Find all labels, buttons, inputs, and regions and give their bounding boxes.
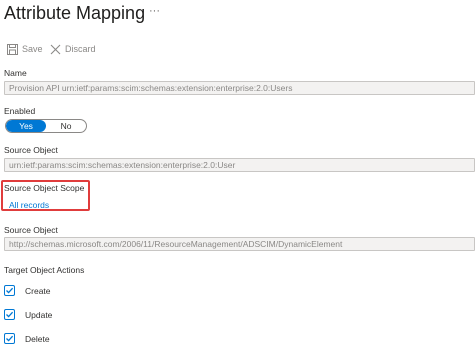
page-title: Attribute Mapping: [4, 3, 146, 23]
save-icon: [7, 43, 18, 55]
source-object-scope-label: Source Object Scope: [4, 183, 85, 193]
enabled-label: Enabled: [4, 106, 36, 116]
more-options-icon[interactable]: ···: [149, 3, 160, 19]
enabled-yes-option[interactable]: Yes: [6, 120, 46, 132]
delete-checkbox-row[interactable]: Delete: [4, 332, 50, 345]
source-object-label: Source Object: [4, 145, 58, 155]
close-icon: [50, 44, 61, 54]
name-label: Name: [4, 68, 27, 78]
discard-label: Discard: [65, 44, 96, 54]
create-checkbox-row[interactable]: Create: [4, 284, 51, 297]
source-object-scope-link[interactable]: All records: [9, 200, 49, 211]
enabled-no-option[interactable]: No: [46, 120, 86, 132]
save-label: Save: [22, 44, 43, 54]
save-button[interactable]: Save: [7, 42, 43, 56]
delete-checkbox[interactable]: [4, 333, 15, 344]
discard-button[interactable]: Discard: [50, 42, 96, 56]
delete-label: Delete: [25, 333, 50, 344]
update-label: Update: [25, 309, 53, 320]
source-object-field: urn:ietf:params:scim:schemas:extension:e…: [4, 158, 475, 172]
update-checkbox-row[interactable]: Update: [4, 308, 52, 321]
name-field: Provision API urn:ietf:params:scim:schem…: [4, 81, 475, 95]
update-checkbox[interactable]: [4, 309, 15, 320]
target-object-field: http://schemas.microsoft.com/2006/11/Res…: [4, 237, 475, 251]
create-label: Create: [25, 285, 51, 296]
checkmark-icon: [6, 335, 14, 342]
checkmark-icon: [6, 287, 14, 294]
target-object-actions-label: Target Object Actions: [4, 265, 85, 275]
create-checkbox[interactable]: [4, 285, 15, 296]
enabled-toggle[interactable]: Yes No: [5, 119, 87, 133]
checkmark-icon: [6, 311, 14, 318]
target-object-label: Source Object: [4, 225, 58, 235]
